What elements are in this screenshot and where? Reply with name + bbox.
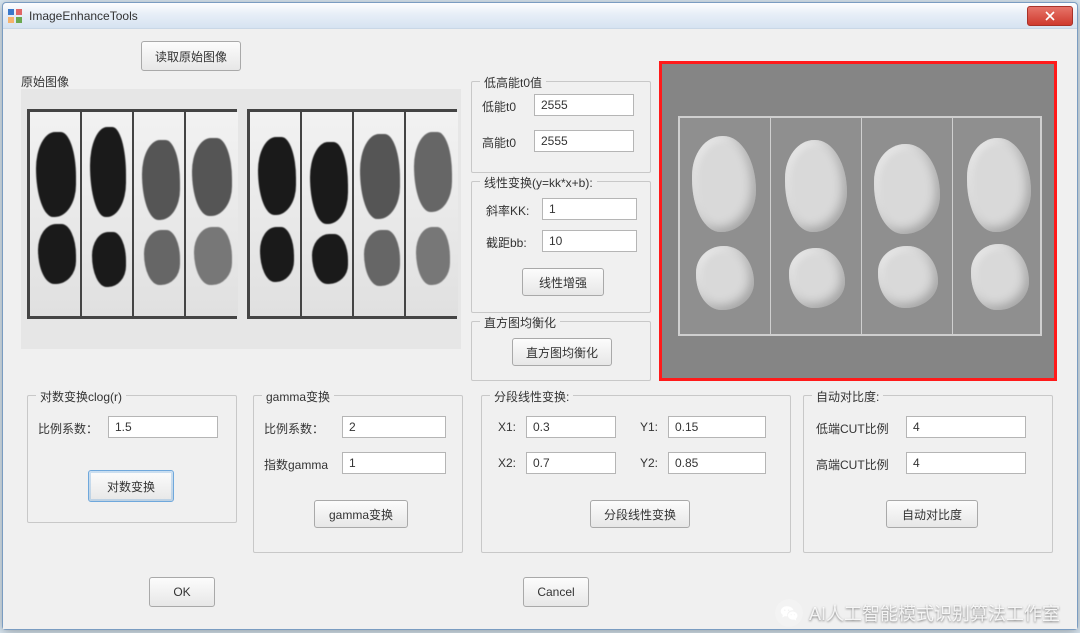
slope-kk-input[interactable] [542,198,637,220]
linear-group-title: 线性变换(y=kk*x+b): [480,174,597,191]
linear-enhance-button[interactable]: 线性增强 [522,268,604,296]
piecewise-group-title: 分段线性变换: [490,388,573,405]
x2-input[interactable] [526,452,616,474]
log-group-title: 对数变换clog(r) [36,388,126,405]
t0-group: 低高能t0值 低能t0 高能t0 [471,81,651,173]
low-cut-input[interactable] [906,416,1026,438]
low-cut-label: 低端CUT比例 [816,420,889,437]
y1-label: Y1: [640,420,658,434]
intercept-bb-label: 截距bb: [486,234,527,251]
x1-input[interactable] [526,416,616,438]
gamma-ratio-label: 比例系数： [264,420,324,437]
x2-label: X2: [498,456,516,470]
y2-label: Y2: [640,456,658,470]
window-title: ImageEnhanceTools [29,9,1025,23]
original-image-label: 原始图像 [21,73,69,90]
close-button[interactable] [1027,6,1073,26]
hist-group: 直方图均衡化 直方图均衡化 [471,321,651,381]
original-image-panel [21,89,461,349]
enhanced-image-panel [659,61,1057,381]
gamma-group: gamma变换 比例系数： 指数gamma gamma变换 [253,395,463,553]
intercept-bb-input[interactable] [542,230,637,252]
high-cut-label: 高端CUT比例 [816,456,889,473]
load-original-button[interactable]: 读取原始图像 [141,41,241,71]
gamma-transform-button[interactable]: gamma变换 [314,500,408,528]
slope-kk-label: 斜率KK: [486,202,529,219]
log-ratio-label: 比例系数： [38,420,98,437]
y1-input[interactable] [668,416,766,438]
gamma-index-input[interactable] [342,452,446,474]
title-bar: ImageEnhanceTools [3,3,1077,29]
log-transform-button[interactable]: 对数变换 [88,470,174,502]
t0-group-title: 低高能t0值 [480,74,546,91]
client-area: 读取原始图像 原始图像 [3,29,1077,629]
log-group: 对数变换clog(r) 比例系数： 对数变换 [27,395,237,523]
low-t0-label: 低能t0 [482,98,516,115]
high-t0-input[interactable] [534,130,634,152]
y2-input[interactable] [668,452,766,474]
auto-contrast-button[interactable]: 自动对比度 [886,500,978,528]
hist-group-title: 直方图均衡化 [480,314,560,331]
gamma-ratio-input[interactable] [342,416,446,438]
gamma-group-title: gamma变换 [262,388,334,405]
app-icon [7,8,23,24]
ok-button[interactable]: OK [149,577,215,607]
log-ratio-input[interactable] [108,416,218,438]
cancel-button[interactable]: Cancel [523,577,589,607]
hist-eq-button[interactable]: 直方图均衡化 [512,338,612,366]
high-cut-input[interactable] [906,452,1026,474]
gamma-index-label: 指数gamma [264,456,328,473]
auto-contrast-group: 自动对比度: 低端CUT比例 高端CUT比例 自动对比度 [803,395,1053,553]
low-t0-input[interactable] [534,94,634,116]
piecewise-button[interactable]: 分段线性变换 [590,500,690,528]
linear-group: 线性变换(y=kk*x+b): 斜率KK: 截距bb: 线性增强 [471,181,651,313]
auto-contrast-group-title: 自动对比度: [812,388,883,405]
piecewise-group: 分段线性变换: X1: Y1: X2: Y2: 分段线性变换 [481,395,791,553]
x1-label: X1: [498,420,516,434]
high-t0-label: 高能t0 [482,134,516,151]
main-window: ImageEnhanceTools 读取原始图像 原始图像 [2,2,1078,630]
